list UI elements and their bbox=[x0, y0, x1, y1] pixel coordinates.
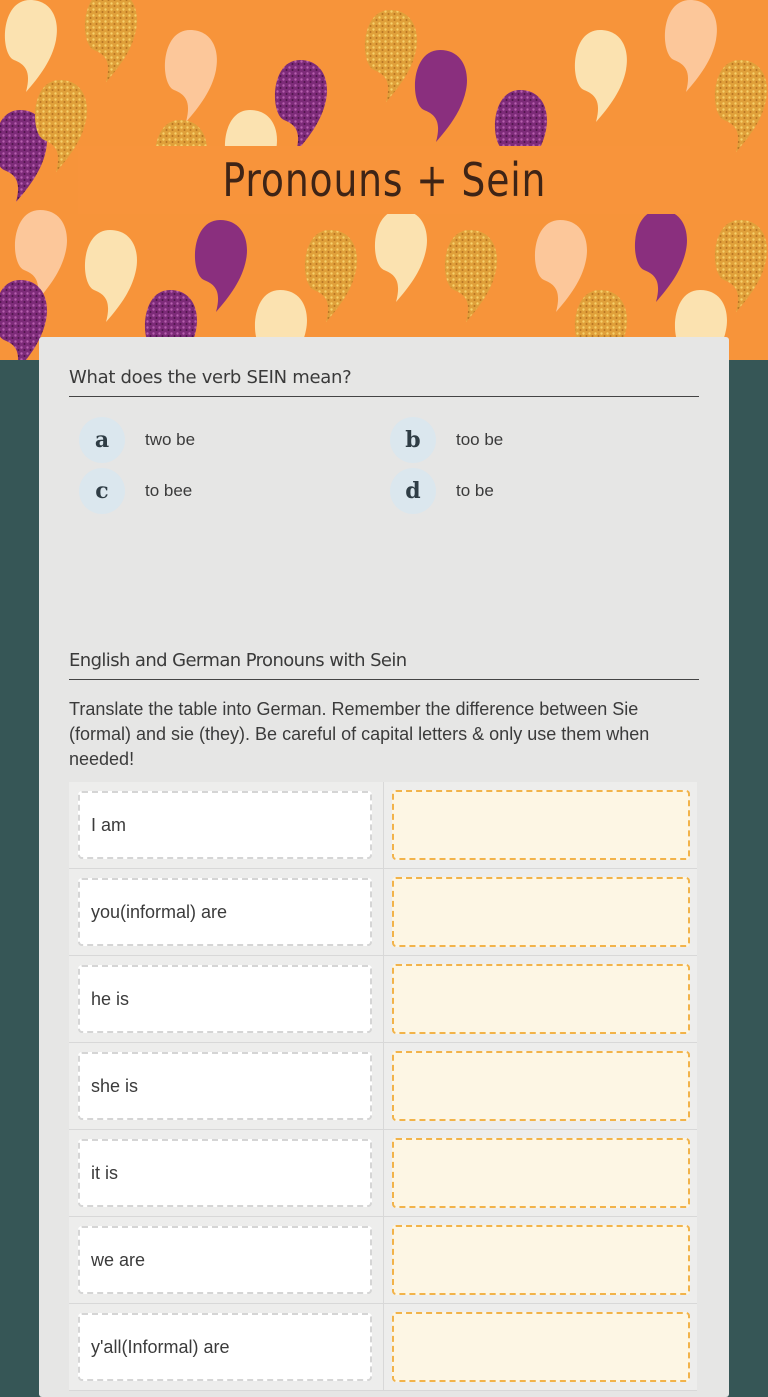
answer-cell bbox=[383, 1043, 697, 1129]
english-cell: he is bbox=[69, 956, 384, 1042]
choice-label: two be bbox=[145, 430, 196, 449]
answer-cell bbox=[383, 956, 697, 1042]
english-prompt: it is bbox=[78, 1139, 372, 1207]
table-row: he is bbox=[69, 956, 697, 1043]
english-prompt: I am bbox=[78, 791, 372, 859]
answer-cell bbox=[383, 869, 697, 955]
choice-b[interactable]: b too be bbox=[390, 417, 503, 463]
english-prompt: he is bbox=[78, 965, 372, 1033]
choice-a[interactable]: a two be bbox=[79, 417, 195, 463]
english-cell: it is bbox=[69, 1130, 384, 1216]
choice-letter: c bbox=[79, 468, 125, 514]
translation-table: I am you(informal) are he is she is it i… bbox=[69, 782, 697, 1391]
answer-input[interactable] bbox=[391, 964, 690, 1034]
table-row: y'all(Informal) are bbox=[69, 1304, 697, 1391]
answer-cell bbox=[383, 1217, 697, 1303]
answer-cell bbox=[383, 1304, 697, 1390]
choice-label: too be bbox=[456, 430, 504, 449]
worksheet-card: What does the verb SEIN mean? a two be b… bbox=[39, 337, 729, 1397]
answer-input[interactable] bbox=[391, 1138, 690, 1208]
english-cell: I am bbox=[69, 782, 384, 868]
english-prompt: y'all(Informal) are bbox=[78, 1313, 372, 1381]
answer-input[interactable] bbox=[391, 1051, 690, 1121]
english-cell: she is bbox=[69, 1043, 384, 1129]
answer-input[interactable] bbox=[391, 1312, 690, 1382]
table-row: she is bbox=[69, 1043, 697, 1130]
table-row: I am bbox=[69, 782, 697, 869]
choice-c[interactable]: c to bee bbox=[79, 468, 192, 514]
choice-label: to be bbox=[456, 481, 494, 500]
english-prompt: you(informal) are bbox=[78, 878, 372, 946]
header-banner: Pronouns + Sein bbox=[0, 0, 768, 360]
table-row: you(informal) are bbox=[69, 869, 697, 956]
instructions-text: Translate the table into German. Remembe… bbox=[69, 699, 650, 769]
choice-letter: b bbox=[390, 417, 436, 463]
table-row: we are bbox=[69, 1217, 697, 1304]
choice-d[interactable]: d to be bbox=[390, 468, 494, 514]
english-prompt: we are bbox=[78, 1226, 372, 1294]
english-cell: y'all(Informal) are bbox=[69, 1304, 384, 1390]
answer-cell bbox=[383, 1130, 697, 1216]
choice-letter: d bbox=[390, 468, 436, 514]
question-2-heading: English and German Pronouns with Sein bbox=[69, 650, 699, 680]
answer-input[interactable] bbox=[391, 1225, 690, 1295]
answer-input[interactable] bbox=[391, 877, 690, 947]
english-prompt: she is bbox=[78, 1052, 372, 1120]
choice-label: to bee bbox=[145, 481, 193, 500]
english-cell: you(informal) are bbox=[69, 869, 384, 955]
title-box: Pronouns + Sein bbox=[78, 146, 690, 214]
table-row: it is bbox=[69, 1130, 697, 1217]
answer-input[interactable] bbox=[391, 790, 690, 860]
english-cell: we are bbox=[69, 1217, 384, 1303]
choice-letter: a bbox=[79, 417, 125, 463]
answer-cell bbox=[383, 782, 697, 868]
page-title: Pronouns + Sein bbox=[222, 153, 546, 207]
question-1-heading: What does the verb SEIN mean? bbox=[69, 367, 699, 397]
